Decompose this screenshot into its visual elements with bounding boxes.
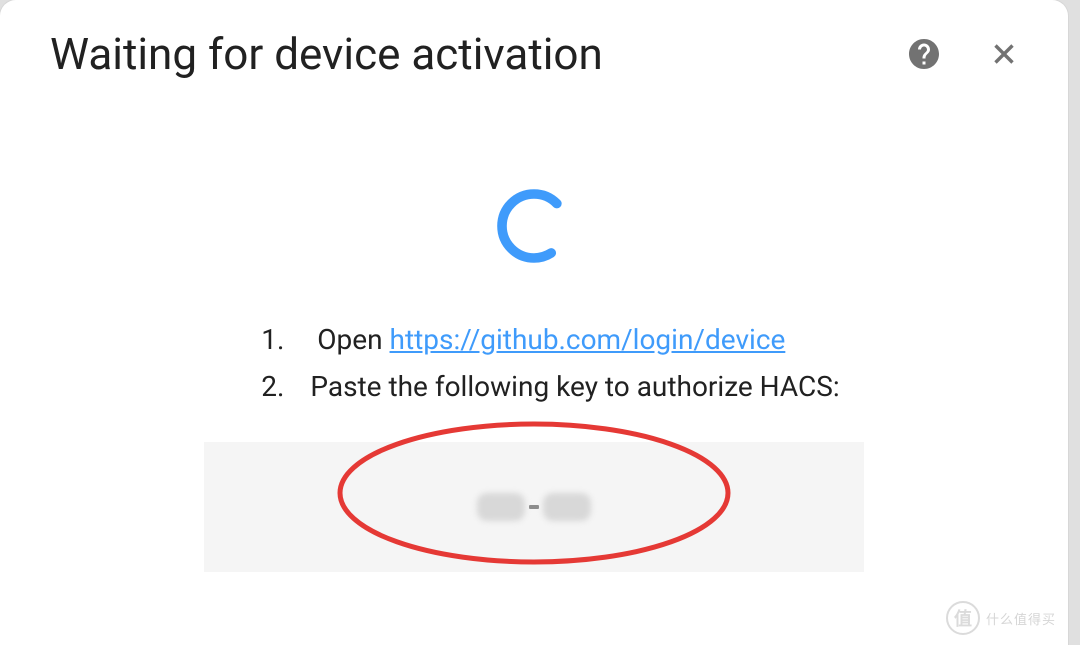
instruction-step-2: Paste the following key to authorize HAC… [228, 365, 839, 410]
help-icon [906, 36, 942, 72]
dialog-body: Open https://github.com/login/device Pas… [0, 80, 1068, 572]
auth-code-box[interactable] [204, 442, 864, 572]
auth-code-redacted [474, 492, 594, 522]
instructions-list: Open https://github.com/login/device Pas… [228, 318, 839, 412]
dialog-header: Waiting for device activation [0, 0, 1068, 80]
close-icon [987, 37, 1021, 71]
spinner-icon [494, 186, 574, 266]
close-button[interactable] [980, 30, 1028, 78]
watermark: 值 什么值得买 [946, 601, 1056, 635]
watermark-text: 什么值得买 [986, 609, 1056, 628]
instruction-step-1: Open https://github.com/login/device [228, 318, 839, 363]
watermark-icon: 值 [946, 601, 980, 635]
github-device-link[interactable]: https://github.com/login/device [390, 323, 786, 356]
step1-prefix: Open [317, 323, 389, 356]
code-box-container [194, 442, 874, 572]
dialog-title: Waiting for device activation [50, 28, 603, 80]
help-button[interactable] [900, 30, 948, 78]
header-actions [900, 30, 1028, 78]
activation-dialog: Waiting for device activation Open https… [0, 0, 1068, 645]
